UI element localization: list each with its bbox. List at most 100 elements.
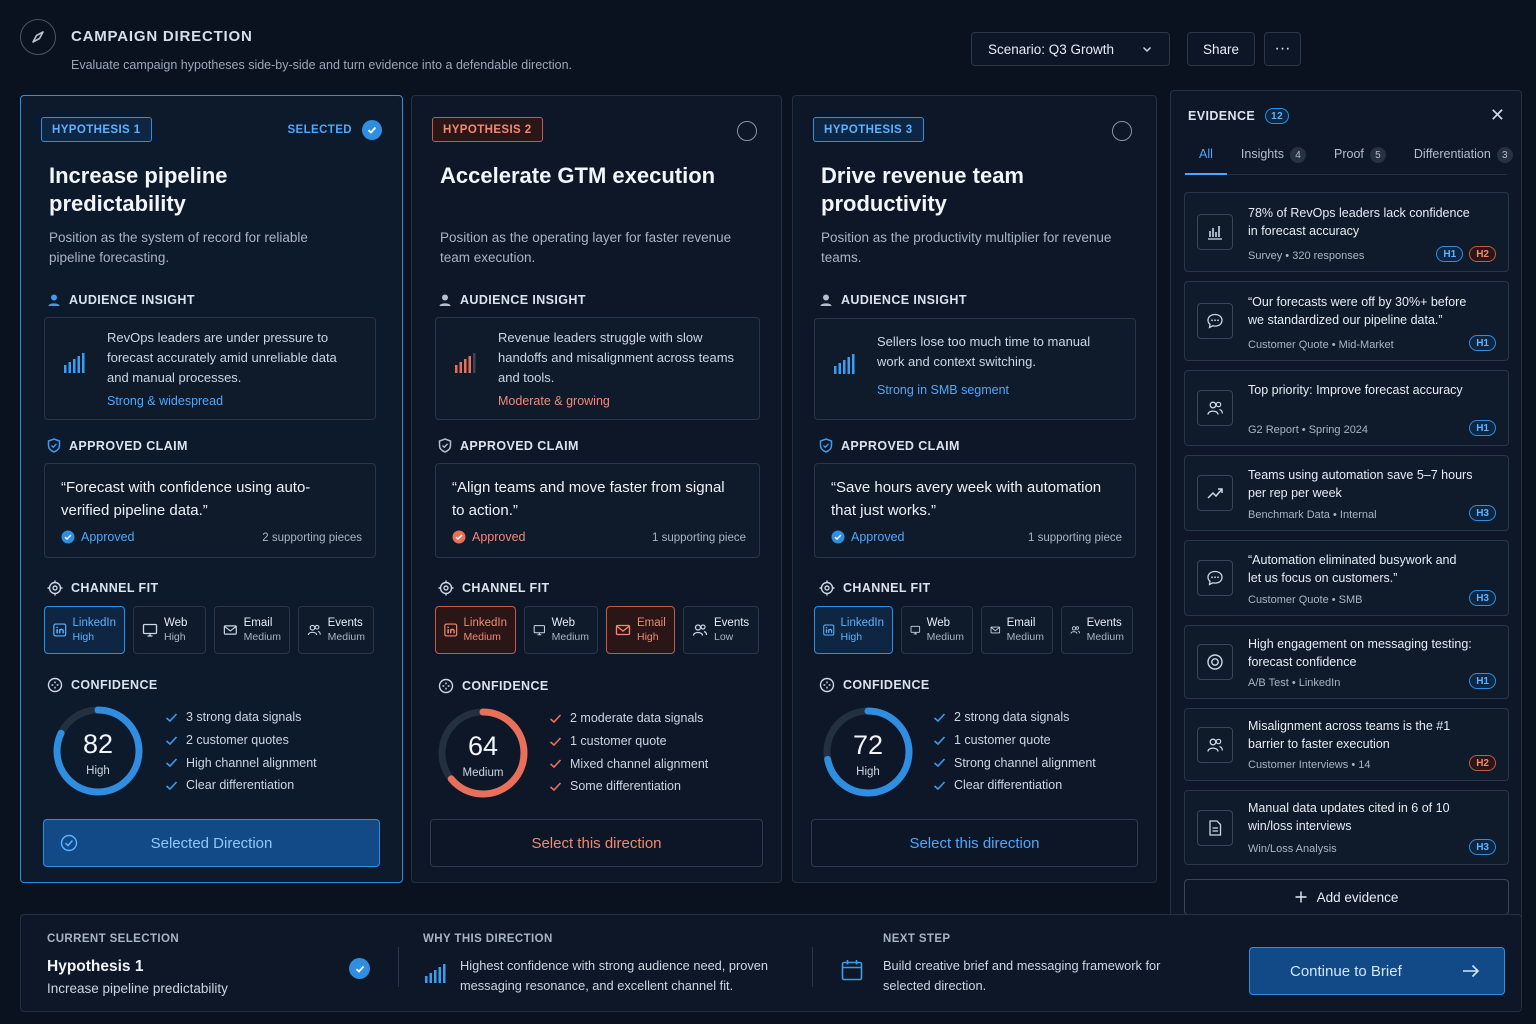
channel-web[interactable]: Web Medium — [901, 606, 973, 654]
reason-item: 3 strong data signals — [165, 706, 317, 729]
evidence-item[interactable]: “Automation eliminated busywork and let … — [1184, 540, 1509, 616]
channel-linkedin[interactable]: LinkedIn High — [44, 606, 125, 654]
plus-circle-icon — [47, 677, 63, 693]
reason-item: Some differentiation — [549, 775, 708, 798]
channel-fit-label: CHANNEL FIT — [438, 580, 550, 596]
confidence-level: Medium — [462, 767, 504, 779]
hypothesis-badge: H3 — [1469, 590, 1496, 606]
more-options-button[interactable]: ··· — [1264, 32, 1301, 66]
approved-claim-label: APPROVED CLAIM — [47, 438, 188, 453]
evidence-item[interactable]: Manual data updates cited in 6 of 10 win… — [1184, 790, 1509, 865]
claim-support-count: 2 supporting pieces — [262, 532, 362, 544]
linkedin-icon — [823, 624, 835, 636]
channel-web[interactable]: Web Medium — [524, 606, 598, 654]
confidence-reasons: 3 strong data signals 2 customer quotes … — [165, 706, 317, 797]
why-direction-text: Highest confidence with strong audience … — [460, 958, 769, 993]
select-direction-button[interactable]: Select this direction — [811, 819, 1138, 867]
check-icon — [933, 713, 946, 722]
check-icon — [165, 781, 178, 791]
claim-status: Approved — [61, 530, 135, 544]
channel-fit-label: CHANNEL FIT — [47, 580, 159, 596]
chevron-down-icon — [1142, 46, 1152, 53]
hypothesis-badge: H1 — [1469, 673, 1496, 689]
hypothesis-tag: HYPOTHESIS 1 — [41, 117, 152, 142]
reason-item: Strong channel alignment — [933, 751, 1096, 774]
channel-email[interactable]: Email Medium — [214, 606, 290, 654]
hypothesis-badge: H2 — [1469, 755, 1496, 771]
signal-bars-icon — [455, 353, 476, 373]
evidence-source: Survey • 320 responses — [1248, 250, 1365, 262]
selected-direction-button[interactable]: Selected Direction — [43, 819, 380, 867]
crosshair-icon — [819, 580, 835, 596]
evidence-item[interactable]: Teams using automation save 5–7 hours pe… — [1184, 455, 1509, 531]
approved-claim-box: “Forecast with confidence using auto-ver… — [44, 463, 376, 558]
evidence-item[interactable]: “Our forecasts were off by 30%+ before w… — [1184, 281, 1509, 361]
hypothesis-card-3[interactable]: HYPOTHESIS 3 Drive revenue team producti… — [792, 95, 1157, 883]
channel-events[interactable]: Events Low — [683, 606, 759, 654]
hypothesis-badge: H1 — [1436, 246, 1464, 262]
audience-insight-label: AUDIENCE INSIGHT — [819, 293, 967, 307]
channel-linkedin[interactable]: LinkedIn Medium — [435, 606, 516, 654]
evidence-item[interactable]: Misalignment across teams is the #1 barr… — [1184, 708, 1509, 781]
tab-insights[interactable]: Insights 4 — [1227, 147, 1320, 175]
selected-indicator: SELECTED — [287, 120, 382, 140]
evidence-text: “Automation eliminated busywork and let … — [1248, 553, 1457, 585]
evidence-item[interactable]: Top priority: Improve forecast accuracy … — [1184, 370, 1509, 446]
card-description: Position as the operating layer for fast… — [440, 230, 732, 265]
reason-item: Clear differentiation — [165, 774, 317, 797]
evidence-text: Misalignment across teams is the #1 barr… — [1248, 719, 1451, 751]
crosshair-icon — [438, 580, 454, 596]
tab-differentiation[interactable]: Differentiation 3 — [1400, 147, 1527, 175]
tab-proof[interactable]: Proof 5 — [1320, 147, 1400, 175]
approved-claim-label: APPROVED CLAIM — [819, 438, 960, 453]
cta-label: Selected Direction — [150, 834, 273, 852]
hypothesis-card-1[interactable]: HYPOTHESIS 1 SELECTED Increase pipeline … — [20, 95, 403, 883]
channel-web[interactable]: Web High — [133, 606, 206, 654]
claim-text: “Forecast with confidence using auto-ver… — [61, 479, 311, 519]
tab-all[interactable]: All — [1185, 147, 1227, 175]
audience-insight-label: AUDIENCE INSIGHT — [47, 293, 195, 307]
evidence-item[interactable]: High engagement on messaging testing: fo… — [1184, 625, 1509, 699]
card-title: Accelerate GTM execution — [440, 163, 716, 188]
bar-chart-icon — [1197, 214, 1233, 250]
select-radio[interactable] — [1112, 121, 1132, 141]
channel-email[interactable]: Email High — [606, 606, 675, 654]
scenario-dropdown[interactable]: Scenario: Q3 Growth — [971, 32, 1170, 66]
add-evidence-button[interactable]: Add evidence — [1184, 879, 1509, 915]
shield-check-icon — [819, 438, 833, 453]
evidence-text: Manual data updates cited in 6 of 10 win… — [1248, 801, 1450, 833]
plus-circle-icon — [819, 677, 835, 693]
claim-text: “Align teams and move faster from signal… — [452, 479, 725, 519]
claim-status: Approved — [831, 530, 905, 544]
confidence-reasons: 2 moderate data signals 1 customer quote… — [549, 707, 708, 798]
confidence-label: CONFIDENCE — [438, 678, 549, 694]
linkedin-icon — [444, 623, 458, 637]
selected-label: SELECTED — [287, 124, 352, 136]
claim-status: Approved — [452, 530, 526, 544]
select-direction-button[interactable]: Select this direction — [430, 819, 763, 867]
users-icon — [692, 624, 708, 636]
evidence-item[interactable]: 78% of RevOps leaders lack confidence in… — [1184, 192, 1509, 272]
monitor-icon — [533, 625, 545, 636]
confidence-label: CONFIDENCE — [819, 677, 930, 693]
continue-to-brief-button[interactable]: Continue to Brief — [1249, 947, 1505, 995]
evidence-title: EVIDENCE 12 — [1188, 108, 1290, 124]
channel-events[interactable]: Events Medium — [1061, 606, 1133, 654]
evidence-source: Customer Quote • Mid-Market — [1248, 339, 1394, 351]
check-circle-icon — [362, 120, 382, 140]
channel-events[interactable]: Events Medium — [298, 606, 374, 654]
target-icon — [1197, 644, 1233, 680]
insight-text: Revenue leaders struggle with slow hando… — [498, 330, 735, 385]
hypothesis-card-2[interactable]: HYPOTHESIS 2 Accelerate GTM execution Po… — [411, 95, 782, 883]
channel-email[interactable]: Email Medium — [981, 606, 1053, 654]
reason-item: Mixed channel alignment — [549, 752, 708, 775]
channel-linkedin[interactable]: LinkedIn High — [814, 606, 893, 654]
select-radio[interactable] — [737, 121, 757, 141]
evidence-panel: EVIDENCE 12 ✕ All Insights 4 Proof 5 Diffe… — [1170, 90, 1522, 926]
close-icon[interactable]: ✕ — [1490, 105, 1505, 126]
person-icon — [439, 294, 451, 306]
approved-claim-box: “Save hours avery week with automation t… — [814, 463, 1136, 558]
check-icon — [165, 713, 178, 722]
share-button[interactable]: Share — [1187, 32, 1255, 66]
hypothesis-badge: H3 — [1469, 505, 1496, 521]
